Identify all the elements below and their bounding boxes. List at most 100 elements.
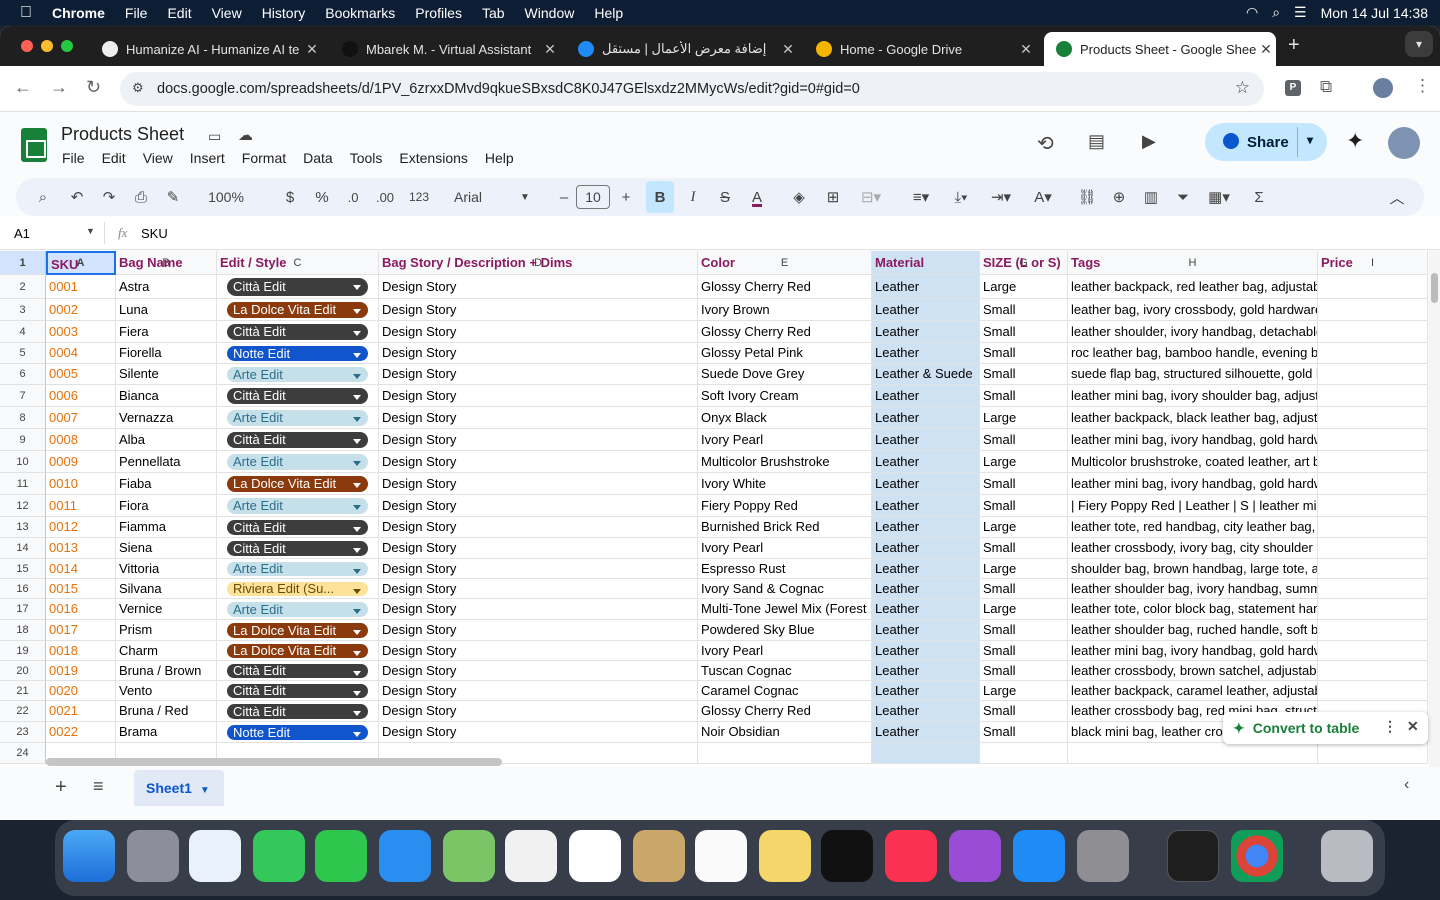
- table-cell[interactable]: La Dolce Vita Edit: [217, 299, 379, 321]
- horizontal-scroll-thumb[interactable]: [46, 758, 502, 766]
- row-header[interactable]: 18: [0, 620, 46, 641]
- table-cell[interactable]: La Dolce Vita Edit: [217, 641, 379, 661]
- forward-icon[interactable]: →: [50, 77, 68, 98]
- edit-style-dropdown-chip[interactable]: Arte Edit: [227, 602, 368, 617]
- calendar-icon[interactable]: [569, 830, 621, 882]
- table-cell[interactable]: Leather: [872, 579, 980, 599]
- browser-tab-1[interactable]: Humanize AI - Humanize AI te ✕: [90, 32, 322, 66]
- table-cell[interactable]: Leather: [872, 538, 980, 559]
- comments-icon[interactable]: ▤: [1088, 131, 1105, 152]
- bold-button[interactable]: B: [646, 181, 674, 213]
- table-cell[interactable]: Small: [980, 641, 1068, 661]
- table-cell[interactable]: 0003: [46, 321, 116, 343]
- table-cell[interactable]: [1318, 343, 1428, 364]
- table-cell[interactable]: Design Story: [379, 364, 698, 385]
- reload-icon[interactable]: ↻: [86, 77, 101, 98]
- table-cell[interactable]: Bruna / Brown: [116, 661, 217, 681]
- share-button[interactable]: Share ▾: [1205, 123, 1327, 161]
- gemini-sparkle-icon[interactable]: ✦: [1346, 128, 1364, 154]
- table-cell[interactable]: Large: [980, 599, 1068, 620]
- header-cell[interactable]: SIZE (L or S): [980, 251, 1068, 275]
- edit-style-dropdown-chip[interactable]: Città Edit: [227, 388, 368, 404]
- table-cell[interactable]: Leather: [872, 275, 980, 299]
- table-cell[interactable]: [1318, 538, 1428, 559]
- contacts-icon[interactable]: [633, 830, 685, 882]
- table-cell[interactable]: Leather: [872, 517, 980, 538]
- table-cell[interactable]: 0019: [46, 661, 116, 681]
- table-cell[interactable]: Glossy Cherry Red: [698, 275, 872, 299]
- header-cell[interactable]: Tags: [1068, 251, 1318, 275]
- table-cell[interactable]: Soft Ivory Cream: [698, 385, 872, 407]
- table-cell[interactable]: 0009: [46, 451, 116, 473]
- row-header[interactable]: 20: [0, 661, 46, 681]
- account-avatar[interactable]: [1388, 127, 1420, 159]
- edit-style-dropdown-chip[interactable]: Notte Edit: [227, 346, 368, 361]
- table-cell[interactable]: Silvana: [116, 579, 217, 599]
- app-store-icon[interactable]: [1013, 830, 1065, 882]
- table-cell[interactable]: [1318, 473, 1428, 495]
- table-cell[interactable]: [1318, 681, 1428, 701]
- table-cell[interactable]: [1318, 429, 1428, 451]
- table-cell[interactable]: Ivory Pearl: [698, 429, 872, 451]
- table-cell[interactable]: [1318, 599, 1428, 620]
- table-cell[interactable]: Città Edit: [217, 385, 379, 407]
- row-header[interactable]: 1: [0, 251, 46, 275]
- sidepanel-toggle-icon[interactable]: ‹: [1404, 776, 1409, 794]
- table-cell[interactable]: Suede Dove Grey: [698, 364, 872, 385]
- table-cell[interactable]: 0012: [46, 517, 116, 538]
- browser-tab-2[interactable]: Mbarek M. - Virtual Assistant ✕: [330, 32, 560, 66]
- collapse-toolbar-icon[interactable]: ︿: [1386, 178, 1408, 216]
- close-window-button[interactable]: [21, 40, 33, 52]
- table-cell[interactable]: Small: [980, 722, 1068, 743]
- meet-camera-icon[interactable]: ▶: [1142, 131, 1156, 152]
- edit-style-dropdown-chip[interactable]: Città Edit: [227, 520, 368, 535]
- table-cell[interactable]: [1318, 743, 1428, 764]
- header-cell[interactable]: Color: [698, 251, 872, 275]
- percent-format-button[interactable]: %: [312, 178, 332, 216]
- finder-icon[interactable]: [63, 830, 115, 882]
- table-cell[interactable]: Luna: [116, 299, 217, 321]
- table-cell[interactable]: Leather: [872, 451, 980, 473]
- undo-icon[interactable]: ↶: [66, 178, 88, 216]
- row-header[interactable]: 9: [0, 429, 46, 451]
- table-cell[interactable]: 0015: [46, 579, 116, 599]
- increase-font-size-button[interactable]: +: [616, 178, 636, 216]
- row-header[interactable]: 11: [0, 473, 46, 495]
- chrome-menu-icon[interactable]: ⋮: [1414, 76, 1431, 96]
- sheet-tab-sheet1[interactable]: Sheet1 ▼: [134, 770, 224, 806]
- edit-style-dropdown-chip[interactable]: La Dolce Vita Edit: [227, 476, 368, 492]
- row-header[interactable]: 4: [0, 321, 46, 343]
- table-cell[interactable]: Design Story: [379, 641, 698, 661]
- table-cell[interactable]: [1318, 299, 1428, 321]
- menubar-item-file[interactable]: File: [125, 5, 148, 21]
- table-cell[interactable]: Caramel Cognac: [698, 681, 872, 701]
- table-cell[interactable]: Arte Edit: [217, 451, 379, 473]
- table-cell[interactable]: Leather: [872, 407, 980, 429]
- docs-menu-format[interactable]: Format: [242, 150, 286, 166]
- search-icon[interactable]: ⌕: [1272, 4, 1280, 21]
- edit-style-dropdown-chip[interactable]: Città Edit: [227, 432, 368, 448]
- tab-close-icon[interactable]: ✕: [302, 41, 322, 58]
- table-cell[interactable]: Bruna / Red: [116, 701, 217, 722]
- sheets-logo-icon[interactable]: [21, 128, 47, 162]
- table-cell[interactable]: Ivory Pearl: [698, 538, 872, 559]
- redo-icon[interactable]: ↷: [98, 178, 120, 216]
- table-cell[interactable]: Ivory Sand & Cognac: [698, 579, 872, 599]
- row-header[interactable]: 13: [0, 517, 46, 538]
- tab-close-icon[interactable]: ✕: [1256, 41, 1276, 58]
- table-cell[interactable]: Small: [980, 343, 1068, 364]
- table-cell[interactable]: Tuscan Cognac: [698, 661, 872, 681]
- menubar-item-view[interactable]: View: [212, 5, 242, 21]
- edit-style-dropdown-chip[interactable]: Arte Edit: [227, 410, 368, 426]
- table-cell[interactable]: Città Edit: [217, 429, 379, 451]
- filter-views-icon[interactable]: ▦▾: [1202, 178, 1236, 216]
- table-cell[interactable]: [698, 743, 872, 764]
- table-cell[interactable]: 0002: [46, 299, 116, 321]
- table-cell[interactable]: 0016: [46, 599, 116, 620]
- table-cell[interactable]: Bianca: [116, 385, 217, 407]
- table-cell[interactable]: 0021: [46, 701, 116, 722]
- name-box-dropdown-icon[interactable]: ▼: [86, 226, 95, 236]
- edit-style-dropdown-chip[interactable]: Città Edit: [227, 324, 368, 340]
- edit-style-dropdown-chip[interactable]: Città Edit: [227, 664, 368, 678]
- edit-style-dropdown-chip[interactable]: Arte Edit: [227, 498, 368, 514]
